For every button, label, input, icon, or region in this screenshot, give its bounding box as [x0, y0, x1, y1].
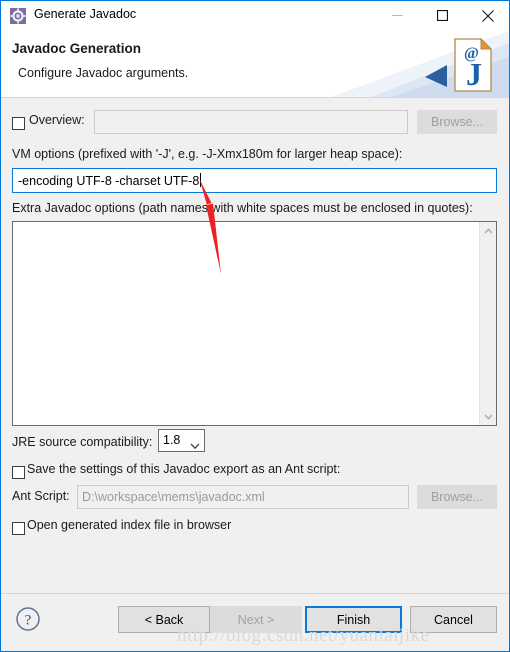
maximize-icon — [437, 10, 448, 21]
ant-script-browse-button[interactable]: Browse... — [417, 485, 497, 509]
dialog-body: Overview: Browse... VM options (prefixed… — [1, 98, 509, 593]
jre-compatibility-value: 1.8 — [163, 433, 181, 447]
scroll-up-icon[interactable] — [480, 222, 496, 239]
save-ant-script-label: Save the settings of this Javadoc export… — [27, 462, 341, 476]
open-index-checkbox[interactable] — [12, 522, 25, 535]
wizard-header: Javadoc Generation Configure Javadoc arg… — [1, 31, 509, 98]
javadoc-gear-icon — [10, 8, 26, 24]
minimize-icon — [392, 15, 403, 16]
vm-options-input[interactable]: -encoding UTF-8 -charset UTF-8 — [12, 168, 497, 193]
save-ant-script-checkbox[interactable] — [12, 466, 25, 479]
jre-compatibility-label: JRE source compatibility: — [12, 435, 153, 449]
generate-javadoc-dialog: Generate Javadoc Javadoc Generation Conf… — [0, 0, 510, 652]
close-icon — [481, 9, 494, 22]
back-button[interactable]: < Back — [118, 606, 210, 633]
help-icon[interactable]: ? — [15, 606, 41, 632]
jre-compatibility-select[interactable]: 1.8 — [158, 429, 205, 452]
overview-label: Overview: — [29, 113, 85, 127]
ant-script-input[interactable]: D:\workspace\mems\javadoc.xml — [77, 485, 409, 509]
scroll-down-icon[interactable] — [480, 408, 496, 425]
extra-options-scrollbar[interactable] — [479, 222, 496, 425]
svg-text:J: J — [466, 56, 482, 92]
overview-input[interactable] — [94, 110, 408, 134]
open-index-label: Open generated index file in browser — [27, 518, 232, 532]
cancel-button[interactable]: Cancel — [410, 606, 497, 633]
maximize-button[interactable] — [420, 1, 465, 30]
svg-text:?: ? — [25, 613, 32, 629]
next-button: Next > — [210, 606, 302, 633]
ant-script-label: Ant Script: — [12, 489, 70, 503]
overview-browse-button[interactable]: Browse... — [417, 110, 497, 134]
javadoc-page-icon: @ J — [329, 31, 509, 98]
finish-button[interactable]: Finish — [305, 606, 402, 633]
vm-options-label: VM options (prefixed with '-J', e.g. -J-… — [12, 147, 403, 161]
title-bar: Generate Javadoc — [1, 1, 509, 32]
extra-options-textarea[interactable] — [12, 221, 497, 426]
page-title: Javadoc Generation — [12, 41, 142, 56]
dialog-footer: ? < Back Next > Finish Cancel — [1, 594, 509, 651]
text-caret — [200, 173, 202, 187]
extra-options-label: Extra Javadoc options (path names with w… — [12, 201, 473, 215]
page-subtitle: Configure Javadoc arguments. — [18, 66, 189, 80]
overview-checkbox[interactable] — [12, 117, 25, 130]
chevron-down-icon — [190, 437, 200, 455]
minimize-button[interactable] — [375, 1, 420, 30]
close-button[interactable] — [465, 1, 509, 30]
window-title: Generate Javadoc — [34, 7, 137, 21]
vm-options-value: -encoding UTF-8 -charset UTF-8 — [18, 174, 200, 188]
